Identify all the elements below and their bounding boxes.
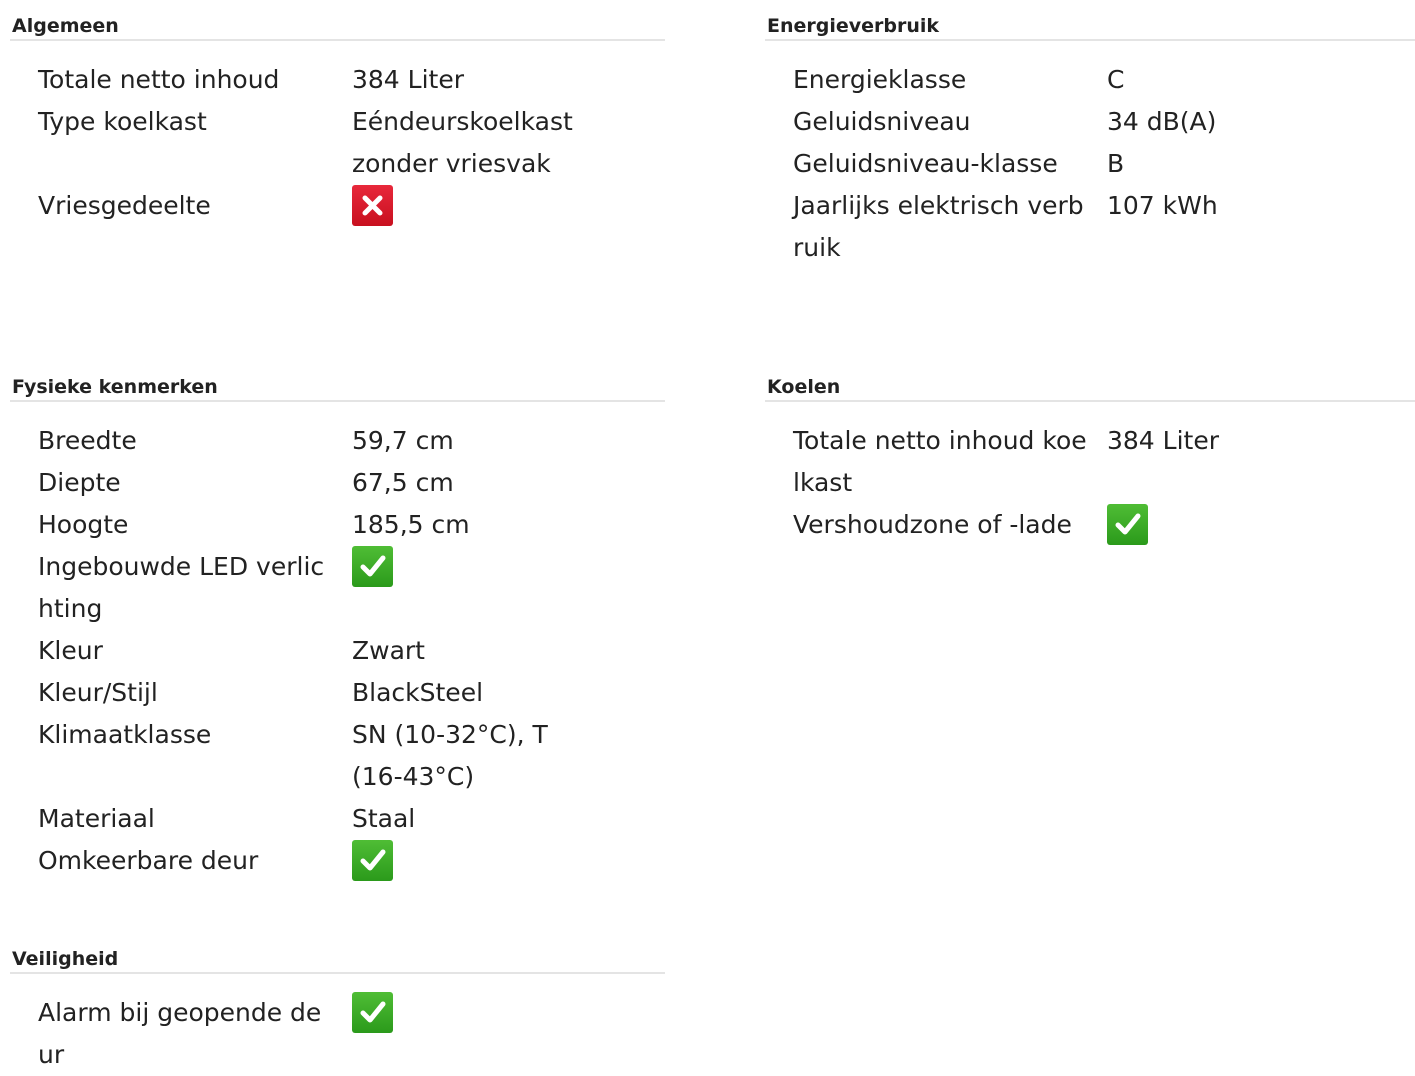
spec-label: Vriesgedeelte: [38, 191, 211, 220]
spec-value: BlackSteel: [352, 678, 484, 707]
spec-value: Zwart: [352, 636, 425, 665]
spec-label: Jaarlijks elektrisch verbruik: [793, 191, 1084, 262]
spec-list-koelen: Totale netto inhoud koelkast 384 Liter V…: [765, 420, 1415, 546]
spec-row: Breedte 59,7 cm: [38, 420, 665, 462]
spec-label: Totale netto inhoud: [38, 65, 280, 94]
spec-value: B: [1107, 149, 1125, 178]
spec-row: Jaarlijks elektrisch verbruik 107 kWh: [793, 185, 1415, 269]
spec-label: Kleur/Stijl: [38, 678, 158, 707]
spec-value: 185,5 cm: [352, 510, 470, 539]
spec-list-veiligheid: Alarm bij geopende deur: [10, 992, 665, 1076]
spec-row: Geluidsniveau-klasse B: [793, 143, 1415, 185]
spec-row: Totale netto inhoud koelkast 384 Liter: [793, 420, 1415, 504]
spec-label: Vershoudzone of -lade: [793, 510, 1072, 539]
spec-label: Diepte: [38, 468, 121, 497]
spec-value: 34 dB(A): [1107, 107, 1217, 136]
spec-label: Breedte: [38, 426, 137, 455]
spec-value: Staal: [352, 804, 416, 833]
spec-list-algemeen: Totale netto inhoud 384 Liter Type koelk…: [10, 59, 665, 227]
section-veiligheid: Veiligheid Alarm bij geopende deur: [10, 946, 665, 1076]
section-energieverbruik: Energieverbruik Energieklasse C Geluidsn…: [765, 13, 1415, 269]
spec-label: Energieklasse: [793, 65, 967, 94]
check-icon: [352, 840, 393, 881]
spec-value: C: [1107, 65, 1125, 94]
spec-row: Vershoudzone of -lade: [793, 504, 1415, 546]
section-koelen: Koelen Totale netto inhoud koelkast 384 …: [765, 374, 1415, 546]
spec-label: Klimaatklasse: [38, 720, 212, 749]
section-title-veiligheid: Veiligheid: [10, 946, 665, 974]
spec-label: Geluidsniveau: [793, 107, 971, 136]
section-title-fysieke-kenmerken: Fysieke kenmerken: [10, 374, 665, 402]
section-fysieke-kenmerken: Fysieke kenmerken Breedte 59,7 cm Diepte…: [10, 374, 665, 882]
spec-row: Hoogte 185,5 cm: [38, 504, 665, 546]
spec-value: 384 Liter: [1107, 426, 1219, 455]
spec-value: [1107, 504, 1347, 546]
spec-label: Alarm bij geopende deur: [38, 998, 322, 1069]
spec-row: Alarm bij geopende deur: [38, 992, 665, 1076]
spec-value: [352, 546, 592, 630]
spec-row: Vriesgedeelte: [38, 185, 665, 227]
spec-value: 384 Liter: [352, 65, 464, 94]
check-icon: [352, 992, 393, 1033]
spec-row: Geluidsniveau 34 dB(A): [793, 101, 1415, 143]
spec-value: [352, 840, 592, 882]
spec-label: Ingebouwde LED verlichting: [38, 552, 325, 623]
spec-label: Geluidsniveau-klasse: [793, 149, 1058, 178]
spec-value: [352, 992, 592, 1076]
spec-label: Type koelkast: [38, 107, 207, 136]
spec-label: Totale netto inhoud koelkast: [793, 426, 1087, 497]
spec-row: Materiaal Staal: [38, 798, 665, 840]
section-title-energieverbruik: Energieverbruik: [765, 13, 1415, 41]
spec-row: Kleur/Stijl BlackSteel: [38, 672, 665, 714]
spec-value: [352, 185, 592, 227]
section-algemeen: Algemeen Totale netto inhoud 384 Liter T…: [10, 13, 665, 227]
spec-row: Omkeerbare deur: [38, 840, 665, 882]
spec-label: Kleur: [38, 636, 103, 665]
spec-row: Totale netto inhoud 384 Liter: [38, 59, 665, 101]
spec-list-energieverbruik: Energieklasse C Geluidsniveau 34 dB(A) G…: [765, 59, 1415, 269]
spec-row: Type koelkast Eéndeurskoelkast zonder vr…: [38, 101, 665, 185]
spec-value: Eéndeurskoelkast zonder vriesvak: [352, 107, 573, 178]
spec-value: 59,7 cm: [352, 426, 454, 455]
spec-row: Ingebouwde LED verlichting: [38, 546, 665, 630]
cross-icon: [352, 185, 393, 226]
spec-value: 107 kWh: [1107, 191, 1218, 220]
spec-row: Energieklasse C: [793, 59, 1415, 101]
spec-list-fysieke-kenmerken: Breedte 59,7 cm Diepte 67,5 cm Hoogte 18…: [10, 420, 665, 882]
spec-label: Materiaal: [38, 804, 155, 833]
check-icon: [1107, 504, 1148, 545]
spec-row: Kleur Zwart: [38, 630, 665, 672]
spec-row: Diepte 67,5 cm: [38, 462, 665, 504]
spec-row: Klimaatklasse SN (10-32°C), T (16-43°C): [38, 714, 665, 798]
spec-value: 67,5 cm: [352, 468, 454, 497]
check-icon: [352, 546, 393, 587]
section-title-algemeen: Algemeen: [10, 13, 665, 41]
spec-label: Omkeerbare deur: [38, 846, 259, 875]
spec-label: Hoogte: [38, 510, 129, 539]
spec-value: SN (10-32°C), T (16-43°C): [352, 720, 548, 791]
section-title-koelen: Koelen: [765, 374, 1415, 402]
